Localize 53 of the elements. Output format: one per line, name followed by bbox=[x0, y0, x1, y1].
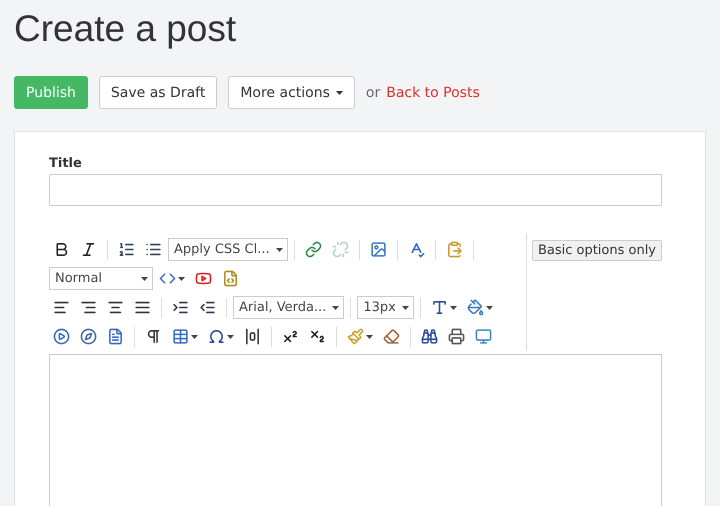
caret-icon bbox=[178, 276, 185, 280]
paint-bucket-icon bbox=[466, 299, 484, 316]
superscript-icon bbox=[282, 328, 299, 345]
caret-icon bbox=[141, 276, 148, 280]
subscript-icon bbox=[309, 328, 326, 345]
youtube-icon bbox=[195, 270, 212, 287]
title-label: Title bbox=[49, 156, 83, 171]
monitor-icon bbox=[475, 328, 492, 345]
link-icon bbox=[304, 241, 322, 258]
basic-options-button[interactable]: Basic options only bbox=[532, 240, 662, 261]
toolbar-select[interactable]: 13px bbox=[357, 296, 414, 319]
align-left-icon bbox=[53, 299, 70, 316]
document-icon bbox=[107, 328, 124, 345]
caret-icon bbox=[336, 90, 343, 94]
paste-icon bbox=[446, 241, 463, 258]
compass-icon bbox=[80, 328, 97, 345]
italic-icon bbox=[80, 241, 97, 258]
bullet-list-icon bbox=[145, 241, 162, 258]
printer-icon bbox=[448, 328, 465, 345]
align-right-icon bbox=[80, 299, 97, 316]
outdent-icon bbox=[199, 299, 216, 316]
title-input[interactable] bbox=[49, 174, 662, 206]
caret-icon bbox=[191, 334, 198, 338]
caret-icon bbox=[332, 306, 340, 310]
eraser-icon bbox=[383, 328, 400, 345]
pilcrow-icon bbox=[145, 328, 162, 345]
caret-icon bbox=[402, 306, 409, 310]
unlink-icon bbox=[332, 241, 349, 258]
table-icon bbox=[172, 328, 189, 345]
page-title: Create a post bbox=[14, 7, 238, 50]
caret-icon bbox=[276, 248, 283, 252]
toolbar-select[interactable]: Arial, Verda... bbox=[233, 296, 344, 319]
omega-icon bbox=[208, 328, 225, 345]
text-color-icon bbox=[430, 299, 448, 316]
caret-icon bbox=[486, 306, 493, 310]
back-link[interactable]: Back to Posts bbox=[386, 84, 480, 100]
play-icon bbox=[53, 328, 70, 345]
justify-icon bbox=[134, 299, 151, 316]
html-paste-icon bbox=[222, 270, 239, 287]
image-icon bbox=[370, 241, 387, 258]
numbered-list-icon bbox=[118, 241, 135, 258]
align-center-icon bbox=[107, 299, 124, 316]
toolbar-select[interactable]: Normal bbox=[49, 267, 153, 290]
paintbrush-icon bbox=[347, 328, 364, 345]
indent-icon bbox=[172, 299, 189, 316]
binoculars-icon bbox=[421, 328, 438, 345]
caret-icon bbox=[450, 306, 457, 310]
caret-icon bbox=[366, 334, 373, 338]
caret-icon bbox=[227, 334, 234, 338]
toolbar-select[interactable]: Apply CSS Cl... bbox=[168, 238, 288, 261]
or-text: or bbox=[366, 84, 380, 100]
save-draft-button[interactable]: Save as Draft bbox=[98, 76, 218, 109]
more-actions-button[interactable]: More actions bbox=[228, 76, 355, 109]
